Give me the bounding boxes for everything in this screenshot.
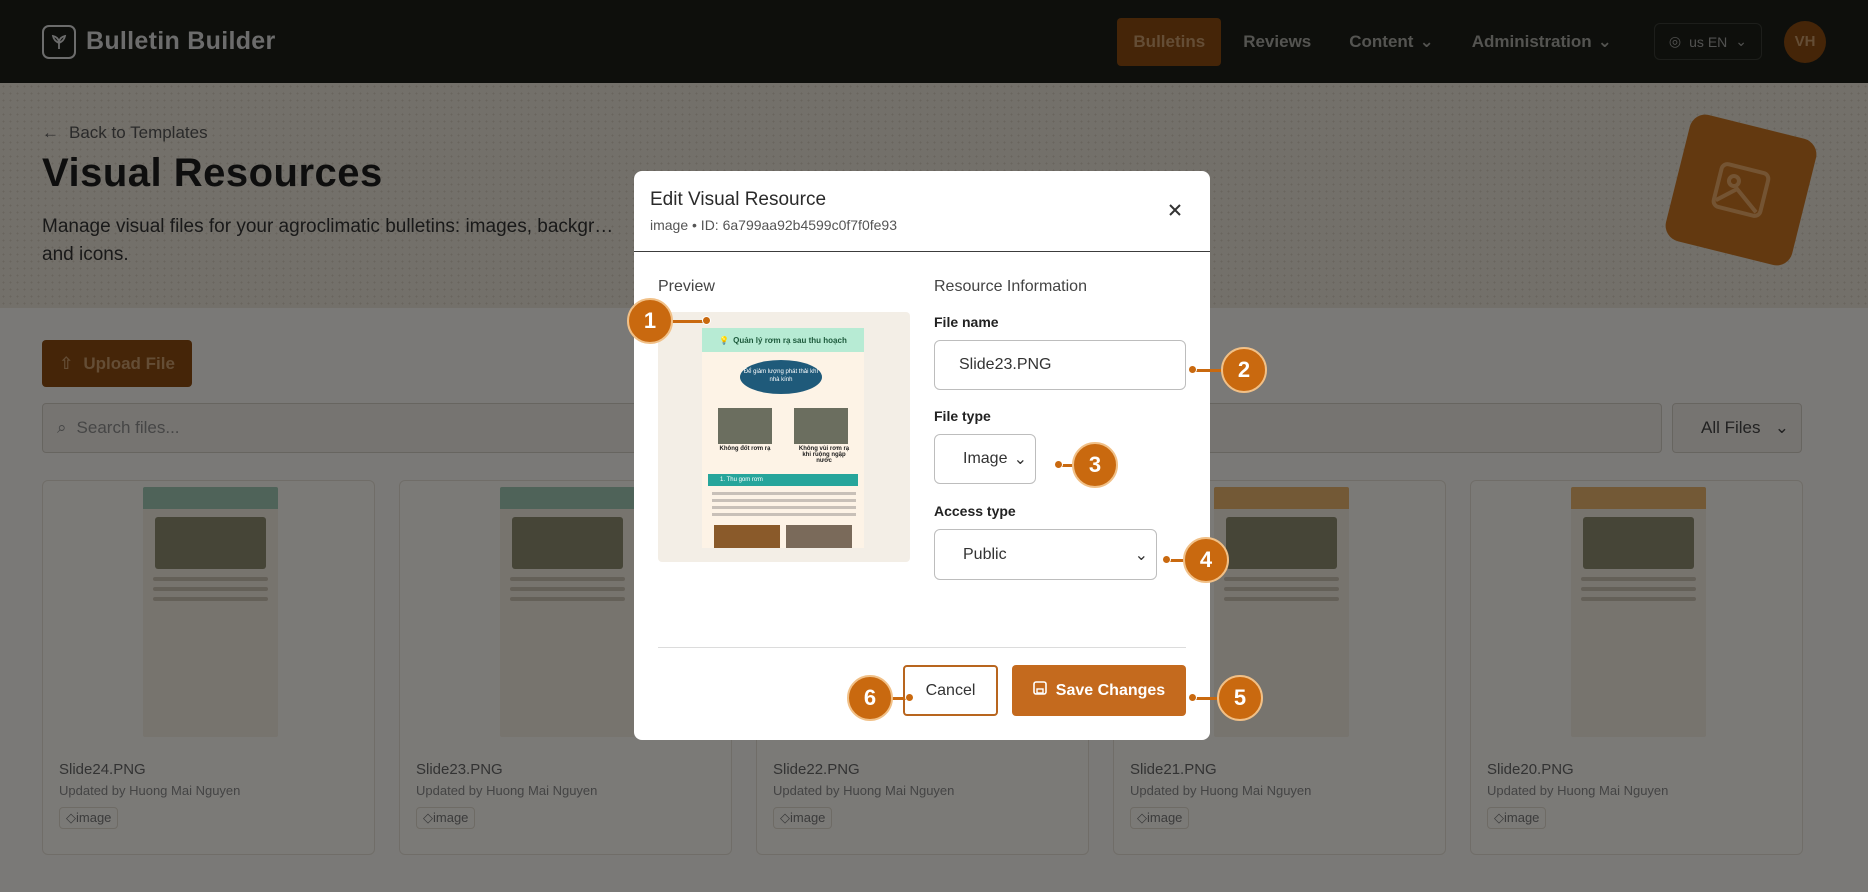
callout-leader-dot <box>1188 365 1197 374</box>
slide-photo-left <box>718 408 772 444</box>
slide-text-line <box>712 492 856 495</box>
file-type-label: File type <box>934 408 991 424</box>
modal-title: Edit Visual Resource <box>650 189 827 210</box>
edit-resource-modal: Edit Visual Resource image • ID: 6a799aa… <box>634 171 1210 740</box>
access-type-select[interactable]: Public ⌄ <box>934 529 1157 580</box>
callout-badge: 2 <box>1221 347 1267 393</box>
callout-badge: 5 <box>1217 675 1263 721</box>
save-changes-button[interactable]: Save Changes <box>1012 665 1186 716</box>
close-icon[interactable] <box>1162 197 1188 223</box>
file-name-label: File name <box>934 314 999 330</box>
slide-photo-bottom-left <box>714 525 780 548</box>
callout-leader-dot <box>905 693 914 702</box>
file-type-select[interactable]: Image ⌄ <box>934 434 1036 484</box>
slide-section-band: 1. Thu gom rơm <box>708 474 858 486</box>
slide-preview: 💡 Quản lý rơm rạ sau thu hoạch Để giảm lư… <box>702 328 864 548</box>
chevron-down-icon: ⌄ <box>1013 451 1027 468</box>
slide-title: 💡 Quản lý rơm rạ sau thu hoạch <box>702 328 864 352</box>
modal-subtitle: image • ID: 6a799aa92b4599c0f7f0fe93 <box>650 217 897 233</box>
slide-photo-right <box>794 408 848 444</box>
callout-leader-dot <box>1162 555 1171 564</box>
callout-badge: 3 <box>1072 442 1118 488</box>
slide-photo-bottom-right <box>786 525 852 548</box>
save-label: Save Changes <box>1055 681 1166 699</box>
modal-divider <box>658 647 1186 648</box>
callout-badge: 6 <box>847 675 893 721</box>
preview-label: Preview <box>658 278 715 295</box>
callout-leader-dot <box>1188 693 1197 702</box>
modal-header: Edit Visual Resource image • ID: 6a799aa… <box>634 171 1210 252</box>
slide-text-line <box>712 513 856 516</box>
slide-text-line <box>712 499 856 502</box>
access-type-value: Public <box>963 545 1007 563</box>
access-type-label: Access type <box>934 503 1016 519</box>
file-name-input[interactable]: Slide23.PNG <box>934 340 1186 390</box>
lightbulb-icon: 💡 <box>719 335 730 345</box>
slide-text-line <box>712 506 856 509</box>
save-icon <box>1032 681 1047 700</box>
chevron-down-icon: ⌄ <box>1134 546 1148 564</box>
slide-caption-left: Không đốt rơm rạ <box>719 446 771 452</box>
cancel-button[interactable]: Cancel <box>903 665 998 716</box>
slide-bubble: Để giảm lượng phát thải khí nhà kính <box>740 360 822 394</box>
slide-caption-right: Không vùi rơm rạ khi ruộng ngập nước <box>798 446 850 464</box>
preview-image: 💡 Quản lý rơm rạ sau thu hoạch Để giảm lư… <box>658 312 910 562</box>
file-type-value: Image <box>963 450 1008 467</box>
callout-badge: 1 <box>627 298 673 344</box>
resource-info-label: Resource Information <box>934 278 1087 295</box>
callout-leader-dot <box>1054 460 1063 469</box>
callout-badge: 4 <box>1183 537 1229 583</box>
callout-leader-dot <box>702 316 711 325</box>
